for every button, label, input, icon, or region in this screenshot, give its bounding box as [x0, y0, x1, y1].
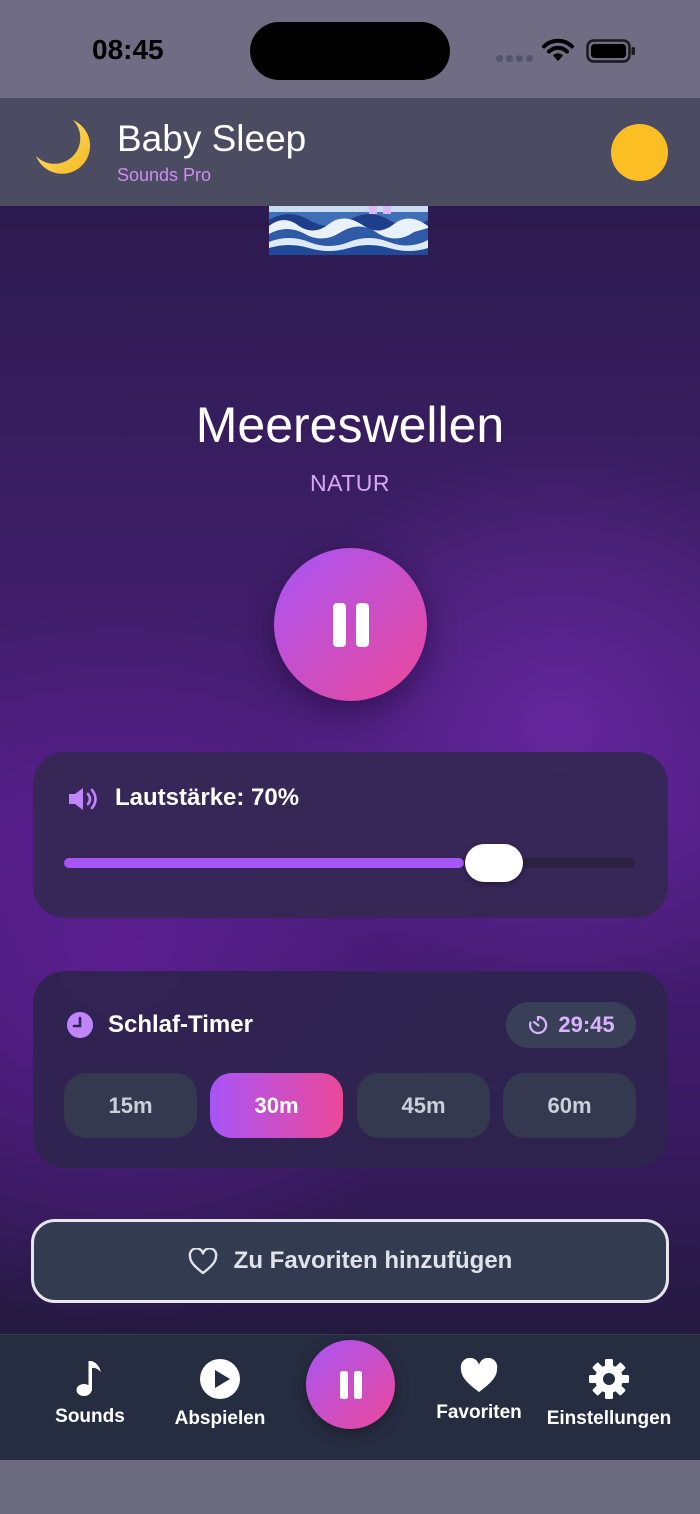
- play-circle-icon: [200, 1359, 240, 1399]
- nav-label-abspielen: Abspielen: [174, 1408, 266, 1429]
- volume-card: [33, 752, 668, 918]
- track-title: Meereswellen: [195, 397, 505, 453]
- pause-icon: [339, 1370, 362, 1399]
- pause-icon: [332, 602, 369, 647]
- gear-icon: [589, 1359, 629, 1399]
- signal-dots-icon: [496, 55, 533, 62]
- battery-icon: [586, 39, 635, 63]
- sleep-timer-card: [33, 971, 668, 1168]
- nav-label-einstellungen: Einstellungen: [546, 1408, 672, 1429]
- timer-option-15m[interactable]: 15m: [64, 1073, 197, 1138]
- home-indicator-area: [0, 1460, 700, 1514]
- speaker-icon: [69, 788, 97, 810]
- add-to-favorites-label: Zu Favoriten hinzufügen: [233, 1247, 513, 1274]
- app-header: [0, 98, 700, 206]
- countdown-text: 29:45: [558, 1012, 615, 1037]
- nav-item-sounds[interactable]: Sounds: [45, 1358, 135, 1428]
- dynamic-island: [250, 22, 450, 80]
- sleep-timer-label: Schlaf-Timer: [108, 1011, 253, 1038]
- music-note-icon: [76, 1361, 101, 1396]
- nav-pause-button[interactable]: [306, 1340, 395, 1429]
- nav-item-abspielen[interactable]: Abspielen: [170, 1358, 270, 1430]
- wave-artwork: [269, 206, 428, 255]
- nav-item-favoriten[interactable]: Favoriten: [432, 1358, 526, 1424]
- heart-outline-icon: [188, 1247, 218, 1274]
- nav-label-sounds: Sounds: [55, 1406, 125, 1427]
- app-subtitle: Sounds Pro: [117, 165, 212, 185]
- volume-label: Lautstärke: 70%: [115, 784, 300, 811]
- status-time: 08:45: [92, 34, 164, 65]
- clock-icon: [67, 1012, 93, 1038]
- add-to-favorites-button[interactable]: Zu Favoriten hinzufügen: [31, 1219, 669, 1303]
- app-title: Baby Sleep: [117, 118, 307, 159]
- timer-option-30m[interactable]: 30m: [210, 1073, 343, 1138]
- nav-item-einstellungen[interactable]: Einstellungen: [544, 1358, 674, 1430]
- heart-icon: [460, 1358, 498, 1392]
- wifi-icon: [542, 38, 574, 61]
- pause-button[interactable]: [274, 548, 427, 701]
- timer-icon: [529, 1015, 548, 1035]
- countdown-badge: 29:45: [506, 1002, 636, 1048]
- avatar[interactable]: [611, 124, 668, 181]
- nav-label-favoriten: Favoriten: [436, 1402, 522, 1423]
- timer-option-60m[interactable]: 60m: [503, 1073, 636, 1138]
- track-category: NATUR: [309, 470, 390, 496]
- moon-icon: [36, 120, 91, 174]
- timer-option-45m[interactable]: 45m: [357, 1073, 490, 1138]
- volume-slider-fill: [64, 858, 464, 868]
- volume-slider-thumb[interactable]: [465, 844, 523, 882]
- volume-slider[interactable]: [64, 844, 635, 882]
